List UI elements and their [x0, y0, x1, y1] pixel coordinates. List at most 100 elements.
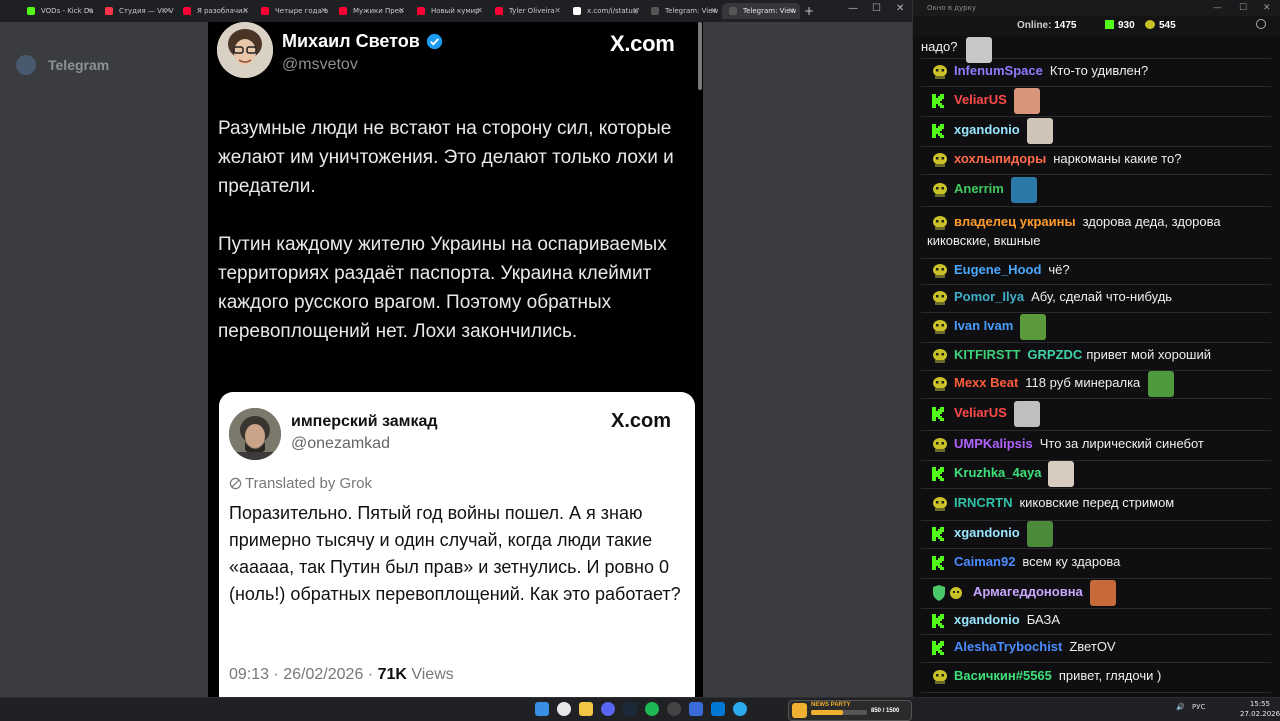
close-window-button[interactable]: ✕: [896, 3, 904, 14]
folder-icon[interactable]: [579, 702, 593, 716]
chat-username[interactable]: VeliarUS: [954, 405, 1007, 420]
chat-username[interactable]: xgandonio: [954, 525, 1020, 540]
chat-message-text: БАЗА: [1026, 612, 1060, 627]
game-widget[interactable]: NEWS PARTY 850 / 1500: [788, 700, 912, 721]
author-handle[interactable]: @msvetov: [282, 56, 358, 74]
telegram-icon: [16, 55, 36, 75]
maximize-button[interactable]: ☐: [1239, 0, 1247, 16]
chat-message-list[interactable]: надо? InfenumSpace Кто-то удивлен? VeliarUS…: [921, 36, 1271, 694]
browser-window: VODs - Kick Da ✕ Студия — VK V ✕ Я разобла…: [0, 0, 912, 697]
chat-username[interactable]: AleshaTrybochist: [954, 639, 1062, 654]
game-progress-track: [811, 710, 867, 715]
scrollbar[interactable]: [698, 22, 702, 90]
chat-mention[interactable]: GRPZDC: [1027, 347, 1082, 362]
chat-message-text: наркоманы какие то?: [1053, 151, 1182, 166]
chat-username[interactable]: InfenumSpace: [954, 63, 1043, 78]
tab-telegram-2-active[interactable]: Telegram: View ✕: [722, 3, 800, 19]
chat-username[interactable]: Caiman92: [954, 554, 1015, 569]
discord-icon[interactable]: [601, 702, 615, 716]
tab-youtube-2[interactable]: Четыре года в ✕: [254, 3, 332, 19]
close-window-button[interactable]: ✕: [1263, 0, 1271, 16]
tab-youtube-5[interactable]: Tyler Oliveira ✕: [488, 3, 566, 19]
chat-message-text: Что за лирический синебот: [1039, 436, 1204, 451]
telegram-icon: [651, 7, 659, 15]
youtube-icon: [183, 7, 191, 15]
steam-icon[interactable]: [623, 702, 637, 716]
chat-message-text: Кто-то удивлен?: [1049, 63, 1149, 78]
chat-message: xgandonio: [921, 116, 1271, 147]
tab-x-status[interactable]: x.com/i/status/✕: [566, 3, 644, 19]
close-icon[interactable]: ✕: [398, 3, 405, 19]
tweet-paragraph: Разумные люди не встают на сторону сил, …: [218, 118, 674, 197]
tab-youtube-1[interactable]: Я разоблачил ✕: [176, 3, 254, 19]
close-icon[interactable]: ✕: [710, 3, 717, 19]
chat-emote-icon: [1013, 88, 1040, 114]
chat-username[interactable]: Mexx Beat: [954, 375, 1018, 390]
chat-username[interactable]: VeliarUS: [954, 92, 1007, 107]
obs-icon[interactable]: [667, 702, 681, 716]
chat-emote-icon: [1013, 401, 1040, 427]
close-icon[interactable]: ✕: [164, 3, 171, 19]
chat-username[interactable]: владелец украины: [954, 214, 1076, 229]
minimize-button[interactable]: —: [1213, 0, 1222, 16]
kick-badge-icon: [931, 526, 947, 542]
chat-username[interactable]: Pomor_Ilya: [954, 289, 1024, 304]
x-logo: X.com: [610, 31, 675, 56]
tab-kick-vods[interactable]: VODs - Kick Da ✕: [20, 3, 98, 19]
chat-message-text: привет, глядочи ): [1058, 668, 1162, 683]
tab-youtube-3[interactable]: Мужики Прео ✕: [332, 3, 410, 19]
verified-badge-icon: [426, 33, 443, 50]
game-counter: 850 / 1500: [871, 708, 900, 714]
start-icon[interactable]: [535, 702, 549, 716]
chat-message: VeliarUS: [921, 86, 1271, 117]
chat-username[interactable]: Anerrim: [954, 181, 1004, 196]
chat-username[interactable]: KITFIRSTT: [954, 347, 1020, 362]
youtube-icon: [495, 7, 503, 15]
chat-username[interactable]: xgandonio: [954, 612, 1020, 627]
close-icon[interactable]: ✕: [788, 3, 795, 19]
user-badge-icon: [931, 496, 947, 512]
chat-username[interactable]: xgandonio: [954, 122, 1020, 137]
chat-username[interactable]: Kruzhka_4aya: [954, 465, 1041, 480]
close-icon[interactable]: ✕: [554, 3, 561, 19]
author-avatar[interactable]: [217, 22, 273, 78]
app-icon[interactable]: [711, 702, 725, 716]
chat-scrollbar[interactable]: [1274, 36, 1279, 694]
chat-username[interactable]: IRNCRTN: [954, 495, 1013, 510]
settings-icon[interactable]: [1256, 19, 1266, 29]
close-icon[interactable]: ✕: [320, 3, 327, 19]
vk-icon: [105, 7, 113, 15]
media-icon[interactable]: [689, 702, 703, 716]
clock[interactable]: 15:55 27.02.2026: [1240, 699, 1280, 719]
chat-username[interactable]: Васичкин#5565: [954, 668, 1052, 683]
new-tab-button[interactable]: +: [804, 3, 814, 19]
chat-username[interactable]: Армагеддоновна: [973, 584, 1083, 599]
user-badge-icon: [931, 669, 947, 685]
minimize-button[interactable]: —: [848, 3, 858, 14]
chrome-icon[interactable]: [557, 702, 571, 716]
tab-bar: VODs - Kick Da ✕ Студия — VK V ✕ Я разобла…: [0, 0, 912, 22]
close-icon[interactable]: ✕: [86, 3, 93, 19]
chat-message: Pomor_Ilya Абу, сделай что-нибудь: [921, 284, 1271, 313]
author-name[interactable]: Михаил Светов: [282, 31, 420, 52]
tab-youtube-4[interactable]: Новый кумир ✕: [410, 3, 488, 19]
close-icon[interactable]: ✕: [476, 3, 483, 19]
chat-message: xgandonio: [921, 520, 1271, 549]
close-icon[interactable]: ✕: [242, 3, 249, 19]
lang-indicator[interactable]: РУС: [1192, 703, 1205, 711]
telegram-icon[interactable]: [733, 702, 747, 716]
chat-username[interactable]: Eugene_Hood: [954, 262, 1041, 277]
tweet-paragraph: Путин каждому жителю Украины на оспарива…: [218, 234, 667, 342]
tab-vk-studio[interactable]: Студия — VK V ✕: [98, 3, 176, 19]
quoted-tweet[interactable]: имперский замкад @onezamkad X.com Transl…: [219, 392, 695, 697]
kick-badge-icon: [931, 613, 947, 629]
chat-username[interactable]: хохлыпидоры: [954, 151, 1046, 166]
chat-username[interactable]: UMPKalipsis: [954, 436, 1033, 451]
maximize-button[interactable]: ☐: [872, 3, 881, 14]
tab-telegram-1[interactable]: Telegram: View ✕: [644, 3, 722, 19]
close-icon[interactable]: ✕: [632, 3, 639, 19]
chat-username[interactable]: Ivan Ivam: [954, 318, 1013, 333]
volume-icon[interactable]: 🔊: [1176, 703, 1185, 711]
spotify-icon[interactable]: [645, 702, 659, 716]
chat-window: Окно в дурку — ☐ ✕ Online: 1475 930 545 …: [912, 0, 1280, 697]
